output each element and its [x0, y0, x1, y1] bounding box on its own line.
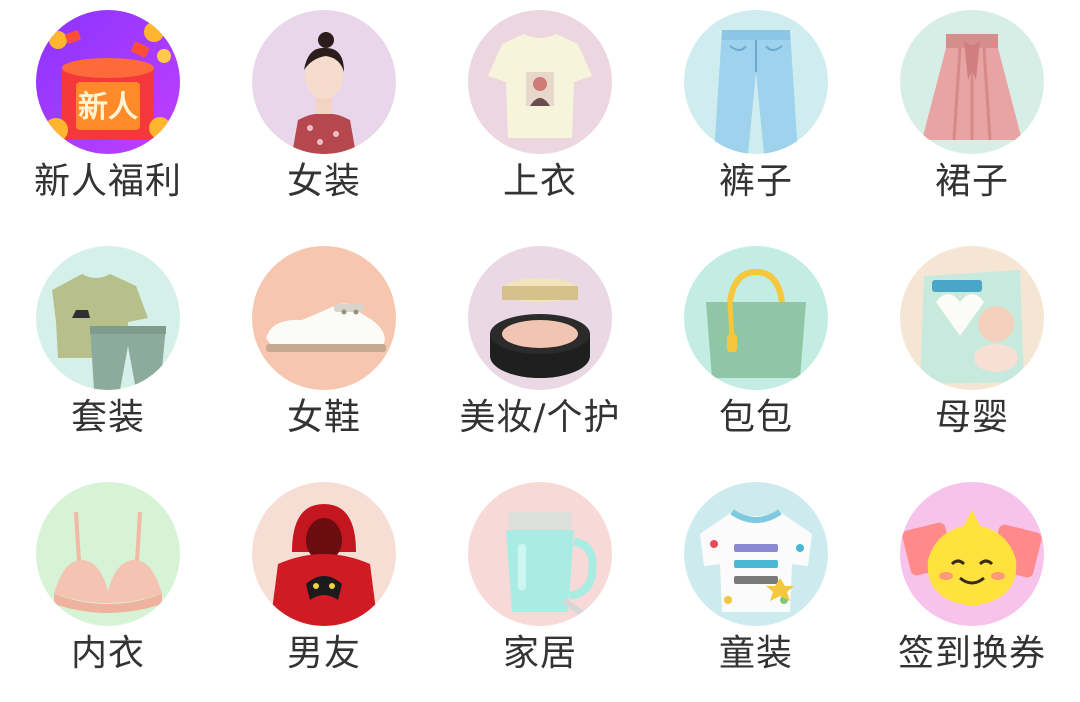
category-pants[interactable]: 裤子 [648, 0, 864, 230]
bra-icon [36, 482, 180, 626]
category-label: 内衣 [70, 633, 145, 674]
category-womens-clothing[interactable]: 女装 [216, 0, 432, 230]
category-beauty-personal-care[interactable]: 美妆/个护 [432, 236, 648, 466]
top-shirt-icon [468, 10, 612, 154]
category-label: 裤子 [718, 161, 793, 202]
category-label: 新人福利 [33, 161, 182, 202]
category-skirts[interactable]: 裙子 [864, 0, 1080, 230]
category-new-user-benefits[interactable]: 新人 新人福利 [0, 0, 216, 230]
category-label: 女鞋 [286, 397, 361, 438]
category-check-in-coupons[interactable]: 签到换券 [864, 472, 1080, 702]
skirt-icon [900, 10, 1044, 154]
category-label: 上衣 [502, 161, 577, 202]
category-tops[interactable]: 上衣 [432, 0, 648, 230]
category-home[interactable]: 家居 [432, 472, 648, 702]
category-bags[interactable]: 包包 [648, 236, 864, 466]
red-envelope-icon: 新人 [36, 10, 180, 154]
category-grid: 新人 新人福利 女装 上衣 裤子 裙子 套装 女鞋 美妆/个护 包包 母婴 内衣… [0, 0, 1080, 692]
category-kids-clothing[interactable]: 童装 [648, 472, 864, 702]
category-label: 母婴 [934, 397, 1009, 438]
womens-shoe-icon [252, 246, 396, 390]
category-label: 童装 [718, 633, 793, 674]
category-label: 美妆/个护 [459, 397, 621, 438]
category-boyfriend[interactable]: 男友 [216, 472, 432, 702]
category-mother-baby[interactable]: 母婴 [864, 236, 1080, 466]
category-outfit-sets[interactable]: 套装 [0, 236, 216, 466]
handbag-icon [684, 246, 828, 390]
new-user-badge: 新人 [78, 90, 138, 125]
smiley-coupon-icon [900, 482, 1044, 626]
womens-clothing-icon [252, 10, 396, 154]
category-label: 女装 [286, 161, 361, 202]
category-label: 签到换券 [897, 633, 1046, 674]
category-womens-shoes[interactable]: 女鞋 [216, 236, 432, 466]
category-underwear[interactable]: 内衣 [0, 472, 216, 702]
category-label: 裙子 [934, 161, 1009, 202]
cushion-compact-icon [468, 246, 612, 390]
category-label: 家居 [502, 633, 577, 674]
diaper-pack-icon [900, 246, 1044, 390]
soymilk-maker-icon [468, 482, 612, 626]
kids-sweater-icon [684, 482, 828, 626]
category-label: 男友 [286, 633, 361, 674]
jeans-icon [684, 10, 828, 154]
red-hoodie-icon [252, 482, 396, 626]
outfit-set-icon [36, 246, 180, 390]
category-label: 套装 [70, 397, 145, 438]
category-label: 包包 [718, 397, 793, 438]
